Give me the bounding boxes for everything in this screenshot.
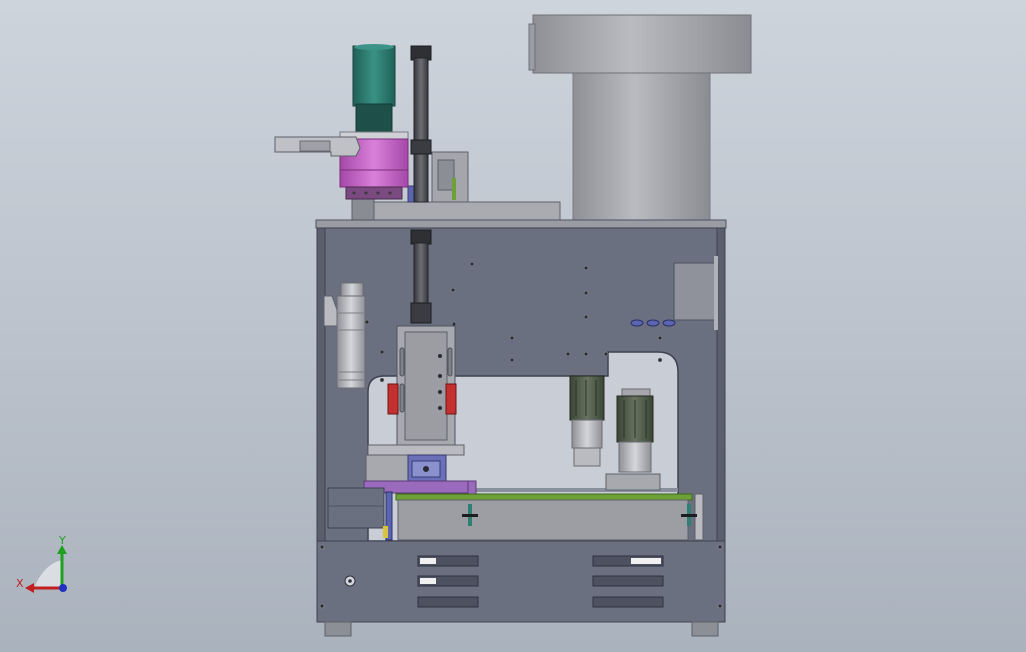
- servo-1-coupler: [573, 447, 601, 467]
- carriage-stand: [327, 487, 385, 529]
- sensor-green: [452, 178, 456, 200]
- conveyor[interactable]: [395, 493, 704, 541]
- clamp-right: [445, 383, 457, 415]
- lower-cabinet[interactable]: [316, 540, 726, 623]
- triad-y-label: Y: [58, 534, 66, 547]
- servo-2-base: [605, 473, 661, 491]
- frame-left-post: [316, 227, 326, 542]
- servo-2-gearhead: [618, 441, 652, 473]
- lower-rod-shaft: [413, 242, 429, 308]
- cabinet-body: [316, 540, 726, 623]
- motor-cap: [354, 44, 394, 50]
- top-plate-base: [351, 197, 375, 221]
- chute-arm-tip: [299, 140, 331, 152]
- top-plate: [369, 201, 561, 221]
- carriage-post-yellow: [383, 526, 388, 538]
- cabinet-lock-core: [348, 579, 352, 583]
- machine-assembly-drawing[interactable]: Y X: [0, 0, 1026, 652]
- carriage-block: [365, 454, 411, 483]
- cylinder-body: [336, 295, 366, 389]
- servo-motor-1[interactable]: [569, 375, 605, 467]
- hopper-column: [572, 69, 711, 223]
- rod-coupling: [410, 139, 432, 155]
- rod-shaft: [413, 57, 429, 203]
- carriage-plate: [367, 444, 465, 456]
- triad-z-axis: [59, 584, 67, 592]
- cylinder-top: [340, 282, 364, 298]
- servo-1-gearhead: [571, 419, 603, 449]
- slide-inner: [404, 331, 448, 441]
- vent-slots-right: [592, 555, 664, 608]
- conveyor-tray: [397, 499, 689, 541]
- motor-flange: [355, 103, 393, 133]
- upper-guide-rod[interactable]: [410, 45, 432, 203]
- triad-x-label: X: [16, 577, 24, 590]
- vent-slots-left: [417, 555, 479, 608]
- hopper-bowl-lip: [528, 23, 536, 71]
- electrical-box-body: [673, 262, 719, 321]
- carriage-mount-bolt: [423, 466, 429, 472]
- lower-rod-collar: [410, 302, 432, 324]
- conveyor-belt: [395, 493, 693, 501]
- frame-top-rail: [315, 219, 727, 229]
- cad-viewport[interactable]: Y X: [0, 0, 1026, 652]
- servo-1-body: [569, 375, 605, 421]
- electrical-box-hinge: [714, 256, 718, 330]
- vertical-slide-block[interactable]: [387, 325, 457, 447]
- motor-can: [352, 45, 396, 107]
- top-bracket-inner: [437, 159, 455, 191]
- connector-ports: [630, 319, 676, 327]
- hopper-bowl: [532, 14, 752, 74]
- lower-guide-rod[interactable]: [410, 229, 432, 324]
- lower-rod-cap: [410, 229, 432, 245]
- clamp-left: [387, 383, 399, 415]
